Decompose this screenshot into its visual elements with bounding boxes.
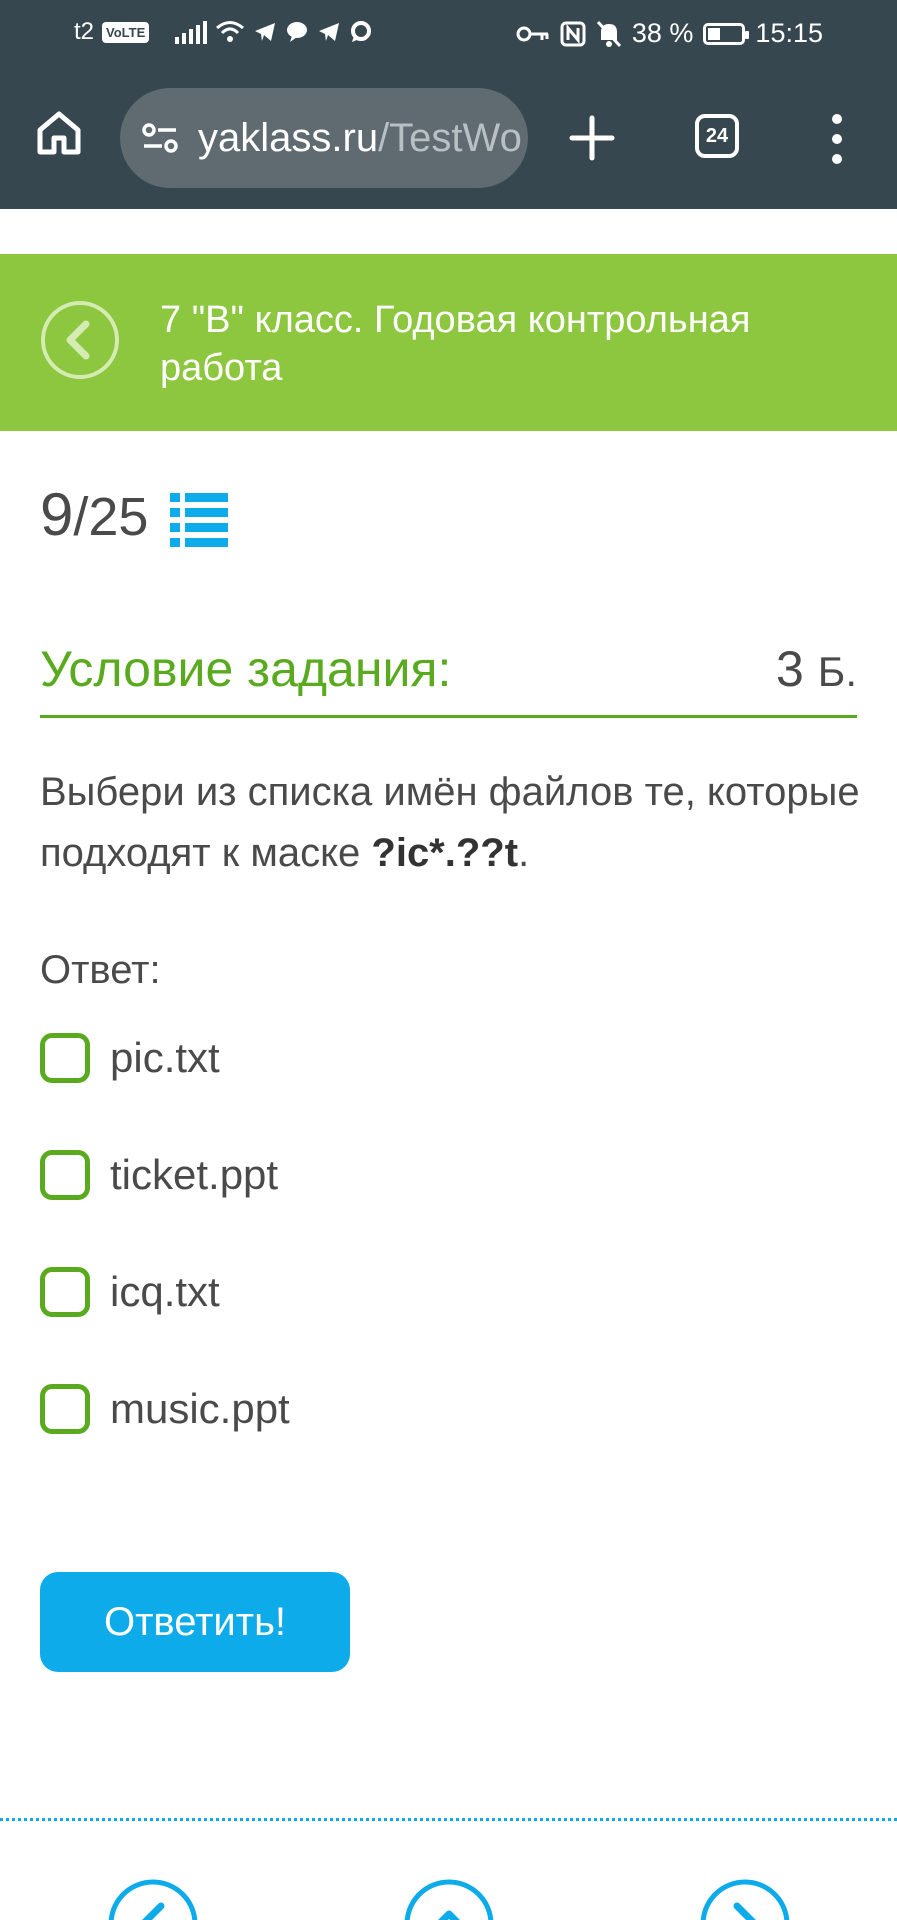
option-item[interactable]: ticket.ppt — [40, 1147, 440, 1203]
browser-toolbar: yaklass.ru/TestWo 24 — [0, 70, 897, 209]
condition-label: Условие задания: — [40, 641, 452, 697]
question-counter: 9 /25 — [40, 480, 148, 549]
telegram-icon — [255, 23, 276, 41]
battery-percent: 38 % — [631, 18, 694, 48]
total-questions: /25 — [73, 487, 149, 547]
message-icon — [287, 22, 308, 42]
page-title: 7 "В" класс. Годовая контрольная работа — [160, 299, 751, 389]
bell-muted-icon — [596, 20, 621, 47]
points-value: 3 — [776, 641, 804, 697]
task-text: Выбери из списка имён файлов те, которые… — [40, 762, 860, 884]
wifi-icon — [216, 21, 245, 42]
task-text-end: . — [518, 831, 530, 875]
url-text[interactable]: yaklass.ru/TestWo — [198, 116, 522, 161]
option-label[interactable]: pic.txt — [110, 1034, 220, 1082]
carrier-label: t2 — [74, 18, 95, 45]
answer-label: Ответ: — [40, 948, 161, 992]
points-badge: 3 Б. — [776, 640, 857, 698]
tune-icon[interactable] — [140, 118, 180, 158]
status-bar: t2 VoLTE 38 % 15:15 — [0, 0, 897, 70]
tabs-count-button[interactable]: 24 — [695, 114, 739, 158]
chat-icon — [351, 21, 372, 42]
chevron-up-circle-icon[interactable] — [403, 1878, 495, 1920]
status-left: t2 VoLTE — [74, 18, 373, 46]
telegram-icon — [319, 23, 340, 41]
option-label[interactable]: icq.txt — [110, 1268, 220, 1316]
back-button[interactable] — [40, 300, 120, 380]
chevron-left-circle-icon[interactable] — [107, 1878, 199, 1920]
more-vert-icon[interactable] — [825, 114, 849, 164]
list-icon[interactable] — [170, 493, 228, 547]
current-question: 9 — [40, 481, 74, 548]
option-label[interactable]: music.ppt — [110, 1385, 290, 1433]
condition-header: Условие задания: 3 Б. — [40, 634, 857, 718]
vpn-key-icon — [516, 26, 549, 41]
address-bar[interactable]: yaklass.ru/TestWo — [120, 88, 528, 188]
checkbox[interactable] — [40, 1033, 90, 1083]
battery-icon — [703, 22, 750, 45]
home-icon[interactable] — [34, 108, 84, 158]
clock: 15:15 — [755, 18, 823, 48]
url-path: /TestWo — [378, 115, 522, 160]
plus-icon[interactable] — [566, 112, 618, 164]
checkbox[interactable] — [40, 1150, 90, 1200]
option-label[interactable]: ticket.ppt — [110, 1151, 278, 1199]
volte-badge: VoLTE — [102, 21, 150, 43]
topic-header: 7 "В" класс. Годовая контрольная работа — [0, 254, 897, 431]
points-unit: Б. — [817, 648, 857, 695]
signal-icon — [175, 20, 208, 44]
option-item[interactable]: icq.txt — [40, 1264, 440, 1320]
battery-level — [708, 27, 721, 40]
task-mask: ?ic*.??t — [371, 831, 519, 875]
option-item[interactable]: music.ppt — [40, 1381, 440, 1437]
submit-button[interactable]: Ответить! — [40, 1572, 350, 1672]
divider — [0, 1818, 897, 1821]
status-right: 38 % 15:15 — [516, 18, 823, 49]
url-host: yaklass.ru — [198, 115, 379, 160]
chevron-right-circle-icon[interactable] — [699, 1878, 791, 1920]
option-item[interactable]: pic.txt — [40, 1030, 440, 1086]
checkbox[interactable] — [40, 1267, 90, 1317]
checkbox[interactable] — [40, 1384, 90, 1434]
nfc-icon — [560, 21, 586, 46]
